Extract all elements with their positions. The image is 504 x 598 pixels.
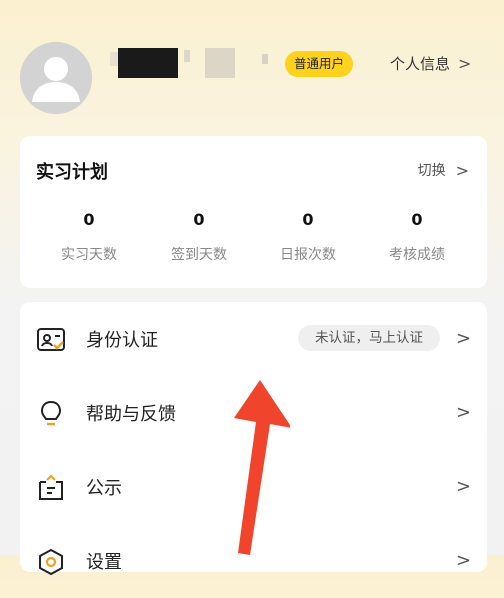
lightbulb-icon xyxy=(40,400,62,426)
stat-label: 日报次数 xyxy=(280,247,336,263)
avatar[interactable] xyxy=(20,42,92,114)
stat-value: 0 xyxy=(411,210,423,229)
username-redaction xyxy=(184,50,190,62)
user-level-badge: 普通用户 xyxy=(285,51,353,77)
plan-switch-label: 切换 xyxy=(417,163,446,179)
stat-value: 0 xyxy=(302,210,314,229)
stat-checkin-days[interactable]: 0 签到天数 xyxy=(149,210,249,264)
menu-item-public-notice[interactable]: 公示 > xyxy=(20,450,487,524)
menu-item-label: 帮助与反馈 xyxy=(86,404,176,425)
chevron-right-icon: > xyxy=(456,476,472,497)
chevron-right-icon: > xyxy=(456,402,472,423)
stat-internship-days[interactable]: 0 实习天数 xyxy=(39,210,139,264)
stat-daily-reports[interactable]: 0 日报次数 xyxy=(258,210,358,264)
id-card-icon xyxy=(37,328,65,351)
settings-icon xyxy=(39,548,63,576)
chevron-right-icon: > xyxy=(456,550,472,571)
username-redaction xyxy=(110,52,118,66)
notice-icon xyxy=(39,474,63,500)
chevron-right-icon: > xyxy=(458,54,472,73)
username-redaction xyxy=(205,48,235,78)
stat-label: 实习天数 xyxy=(61,247,117,263)
stat-assessment-score[interactable]: 0 考核成绩 xyxy=(367,210,467,264)
menu-item-help-feedback[interactable]: 帮助与反馈 > xyxy=(20,376,487,450)
plan-switch-button[interactable]: 切换 > xyxy=(418,160,469,180)
personal-info-label: 个人信息 xyxy=(390,55,451,73)
username-redaction xyxy=(262,54,268,64)
menu-item-label: 公示 xyxy=(86,478,122,499)
internship-plan-card: 实习计划 切换 > 0 实习天数 0 签到天数 0 日报次数 0 考核成绩 xyxy=(20,136,487,288)
chevron-right-icon: > xyxy=(456,328,472,349)
menu-item-identity-verification[interactable]: 身份认证 未认证，马上认证 > xyxy=(20,302,487,376)
verify-status-pill[interactable]: 未认证，马上认证 xyxy=(298,325,440,351)
menu-item-label: 设置 xyxy=(86,552,122,573)
stat-label: 签到天数 xyxy=(171,247,227,263)
username-redaction xyxy=(118,48,178,78)
stat-label: 考核成绩 xyxy=(389,247,445,263)
stat-value: 0 xyxy=(83,210,95,229)
stat-value: 0 xyxy=(193,210,205,229)
menu-item-label: 身份认证 xyxy=(86,330,158,351)
menu-item-settings[interactable]: 设置 > xyxy=(20,524,487,598)
personal-info-link[interactable]: 个人信息 > xyxy=(390,52,471,76)
avatar-placeholder-icon xyxy=(20,42,92,114)
chevron-right-icon: > xyxy=(455,160,469,180)
menu-card: 身份认证 未认证，马上认证 > 帮助与反馈 > 公示 > 设置 > xyxy=(20,302,487,576)
plan-title: 实习计划 xyxy=(36,162,108,183)
